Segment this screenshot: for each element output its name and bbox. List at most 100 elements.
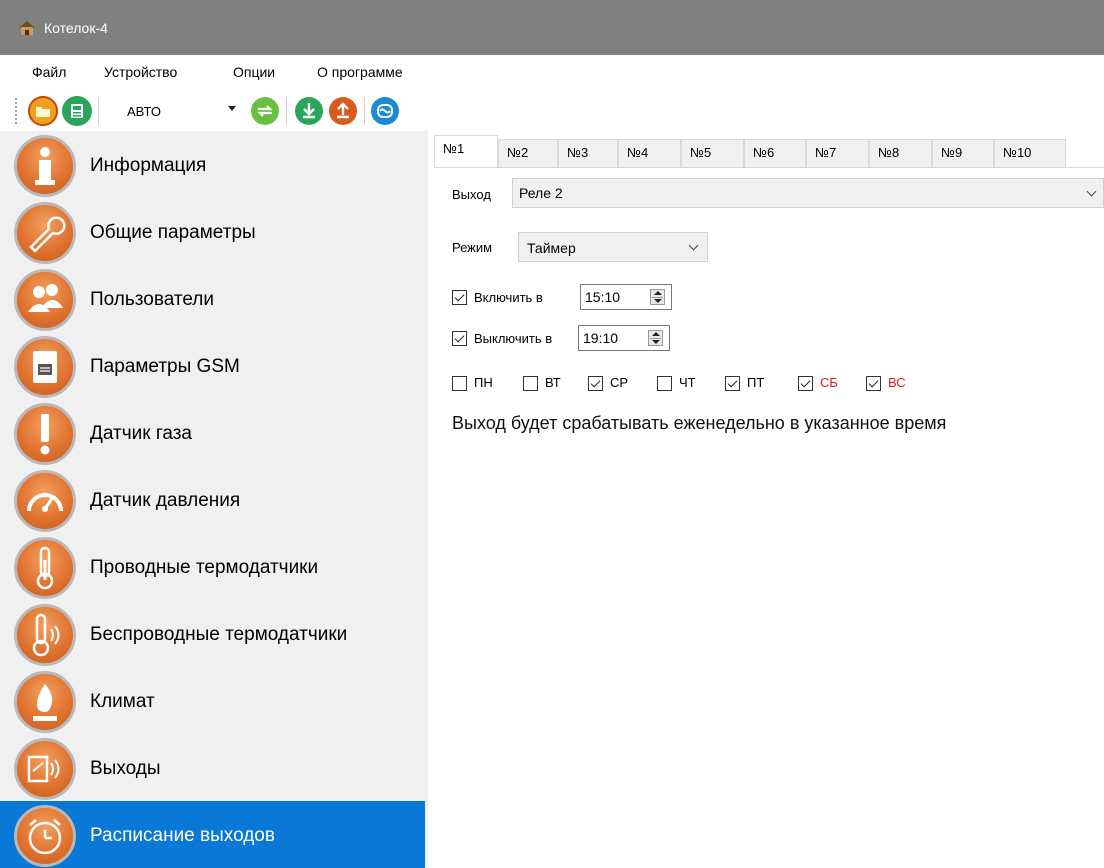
sidebar-item-label: Информация [90, 155, 207, 176]
tab-10[interactable]: №10 [994, 139, 1066, 167]
alarm-clock-icon [14, 805, 76, 867]
toolbar-separator [98, 97, 99, 125]
upload-icon [329, 97, 357, 125]
sidebar-item-output-schedule[interactable]: Расписание выходов [0, 801, 425, 868]
sidebar: Информация Общие параметры Пользователи … [0, 131, 428, 868]
chevron-down-icon [228, 106, 236, 111]
sidebar-item-label: Выходы [90, 758, 161, 779]
turn-on-label: Включить в [474, 290, 543, 305]
wireless-thermometer-icon [14, 604, 76, 666]
upload-button[interactable] [328, 96, 358, 126]
output-select-value: Реле 2 [519, 185, 563, 201]
turn-off-checkbox[interactable] [452, 331, 467, 346]
tab-divider [434, 167, 1104, 168]
sidebar-item-label: Параметры GSM [90, 356, 240, 377]
spinner-arrows-icon[interactable] [648, 330, 663, 346]
mode-combo-value: АВТО [127, 104, 161, 119]
mode-combo[interactable]: АВТО [122, 99, 242, 123]
sim-card-icon [14, 336, 76, 398]
sidebar-item-information[interactable]: Информация [0, 131, 425, 198]
toolbar: АВТО [0, 91, 1104, 131]
day-mon-checkbox[interactable] [452, 376, 467, 391]
mode-select-value: Таймер [527, 240, 576, 256]
thermometer-icon [14, 537, 76, 599]
info-icon [14, 135, 76, 197]
menu-device[interactable]: Устройство [104, 64, 177, 80]
tab-3[interactable]: №3 [558, 139, 618, 167]
sidebar-item-label: Климат [90, 691, 155, 712]
save-icon [63, 97, 91, 125]
sidebar-item-wireless-thermo[interactable]: Беспроводные термодатчики [0, 600, 425, 667]
sidebar-item-label: Проводные термодатчики [90, 557, 319, 578]
tab-4[interactable]: №4 [618, 139, 681, 167]
tab-7[interactable]: №7 [806, 139, 869, 167]
turn-on-time-value: 15:10 [585, 289, 621, 305]
chevron-down-icon [1086, 186, 1097, 197]
flame-icon [14, 671, 76, 733]
menu-bar: Файл Устройство Опции О программе [0, 55, 1104, 91]
day-sun-label: ВС [888, 375, 906, 390]
schedule-info-text: Выход будет срабатывать еженедельно в ук… [452, 413, 947, 433]
connect-button[interactable] [370, 96, 400, 126]
day-sat-label: СБ [820, 375, 838, 390]
day-thu-label: ЧТ [679, 375, 696, 390]
mode-label: Режим [452, 240, 493, 255]
save-button[interactable] [62, 96, 92, 126]
day-sun-checkbox[interactable] [866, 376, 881, 391]
sidebar-item-users[interactable]: Пользователи [0, 265, 425, 332]
users-icon [14, 269, 76, 331]
connect-icon [371, 97, 399, 125]
download-button[interactable] [294, 96, 324, 126]
tab-1[interactable]: №1 [434, 135, 498, 168]
day-fri-checkbox[interactable] [725, 376, 740, 391]
tab-2[interactable]: №2 [498, 139, 558, 167]
gauge-icon [14, 470, 76, 532]
spinner-arrows-icon[interactable] [650, 289, 665, 305]
mode-select[interactable]: Таймер [518, 232, 708, 262]
sidebar-item-general-params[interactable]: Общие параметры [0, 198, 425, 265]
sidebar-item-wired-thermo[interactable]: Проводные термодатчики [0, 533, 425, 600]
day-tue-checkbox[interactable] [523, 376, 538, 391]
open-folder-button[interactable] [28, 96, 58, 126]
sidebar-item-gsm[interactable]: Параметры GSM [0, 332, 425, 399]
day-wed-label: СР [610, 375, 629, 390]
menu-file[interactable]: Файл [32, 64, 66, 80]
tab-9[interactable]: №9 [932, 139, 994, 167]
tab-5[interactable]: №5 [681, 139, 744, 167]
day-sat-checkbox[interactable] [798, 376, 813, 391]
window-title: Котелок-4 [44, 20, 108, 36]
day-fri-label: ПТ [747, 375, 765, 390]
swap-button[interactable] [250, 96, 280, 126]
swap-icon [251, 97, 279, 125]
day-mon-label: ПН [474, 375, 493, 390]
open-folder-icon [28, 96, 58, 126]
toolbar-separator [286, 97, 287, 125]
wrench-icon [14, 202, 76, 264]
tab-6[interactable]: №6 [744, 139, 806, 167]
download-icon [295, 97, 323, 125]
sidebar-item-outputs[interactable]: Выходы [0, 734, 425, 801]
relay-icon [14, 738, 76, 800]
day-thu-checkbox[interactable] [657, 376, 672, 391]
turn-on-checkbox[interactable] [452, 290, 467, 305]
sidebar-item-gas-sensor[interactable]: Датчик газа [0, 399, 425, 466]
sidebar-item-label: Датчик давления [90, 490, 241, 511]
menu-about[interactable]: О программе [317, 64, 403, 80]
schedule-panel: №1 №2 №3 №4 №5 №6 №7 №8 №9 №10 Выход Рел… [428, 131, 1104, 867]
exclamation-icon [14, 403, 76, 465]
chevron-down-icon [688, 240, 699, 251]
tab-8[interactable]: №8 [869, 139, 932, 167]
sidebar-item-label: Расписание выходов [90, 825, 275, 846]
sidebar-item-label: Общие параметры [90, 222, 256, 243]
output-select[interactable]: Реле 2 [512, 178, 1104, 208]
sidebar-item-climate[interactable]: Климат [0, 667, 425, 734]
turn-on-time-spinner[interactable]: 15:10 [580, 284, 672, 310]
toolbar-grip[interactable] [14, 97, 18, 125]
output-label: Выход [452, 187, 491, 202]
day-tue-label: ВТ [545, 375, 561, 390]
title-bar[interactable]: Котелок-4 [0, 0, 1104, 55]
day-wed-checkbox[interactable] [588, 376, 603, 391]
menu-options[interactable]: Опции [233, 64, 275, 80]
turn-off-time-spinner[interactable]: 19:10 [578, 325, 670, 351]
sidebar-item-pressure-sensor[interactable]: Датчик давления [0, 466, 425, 533]
